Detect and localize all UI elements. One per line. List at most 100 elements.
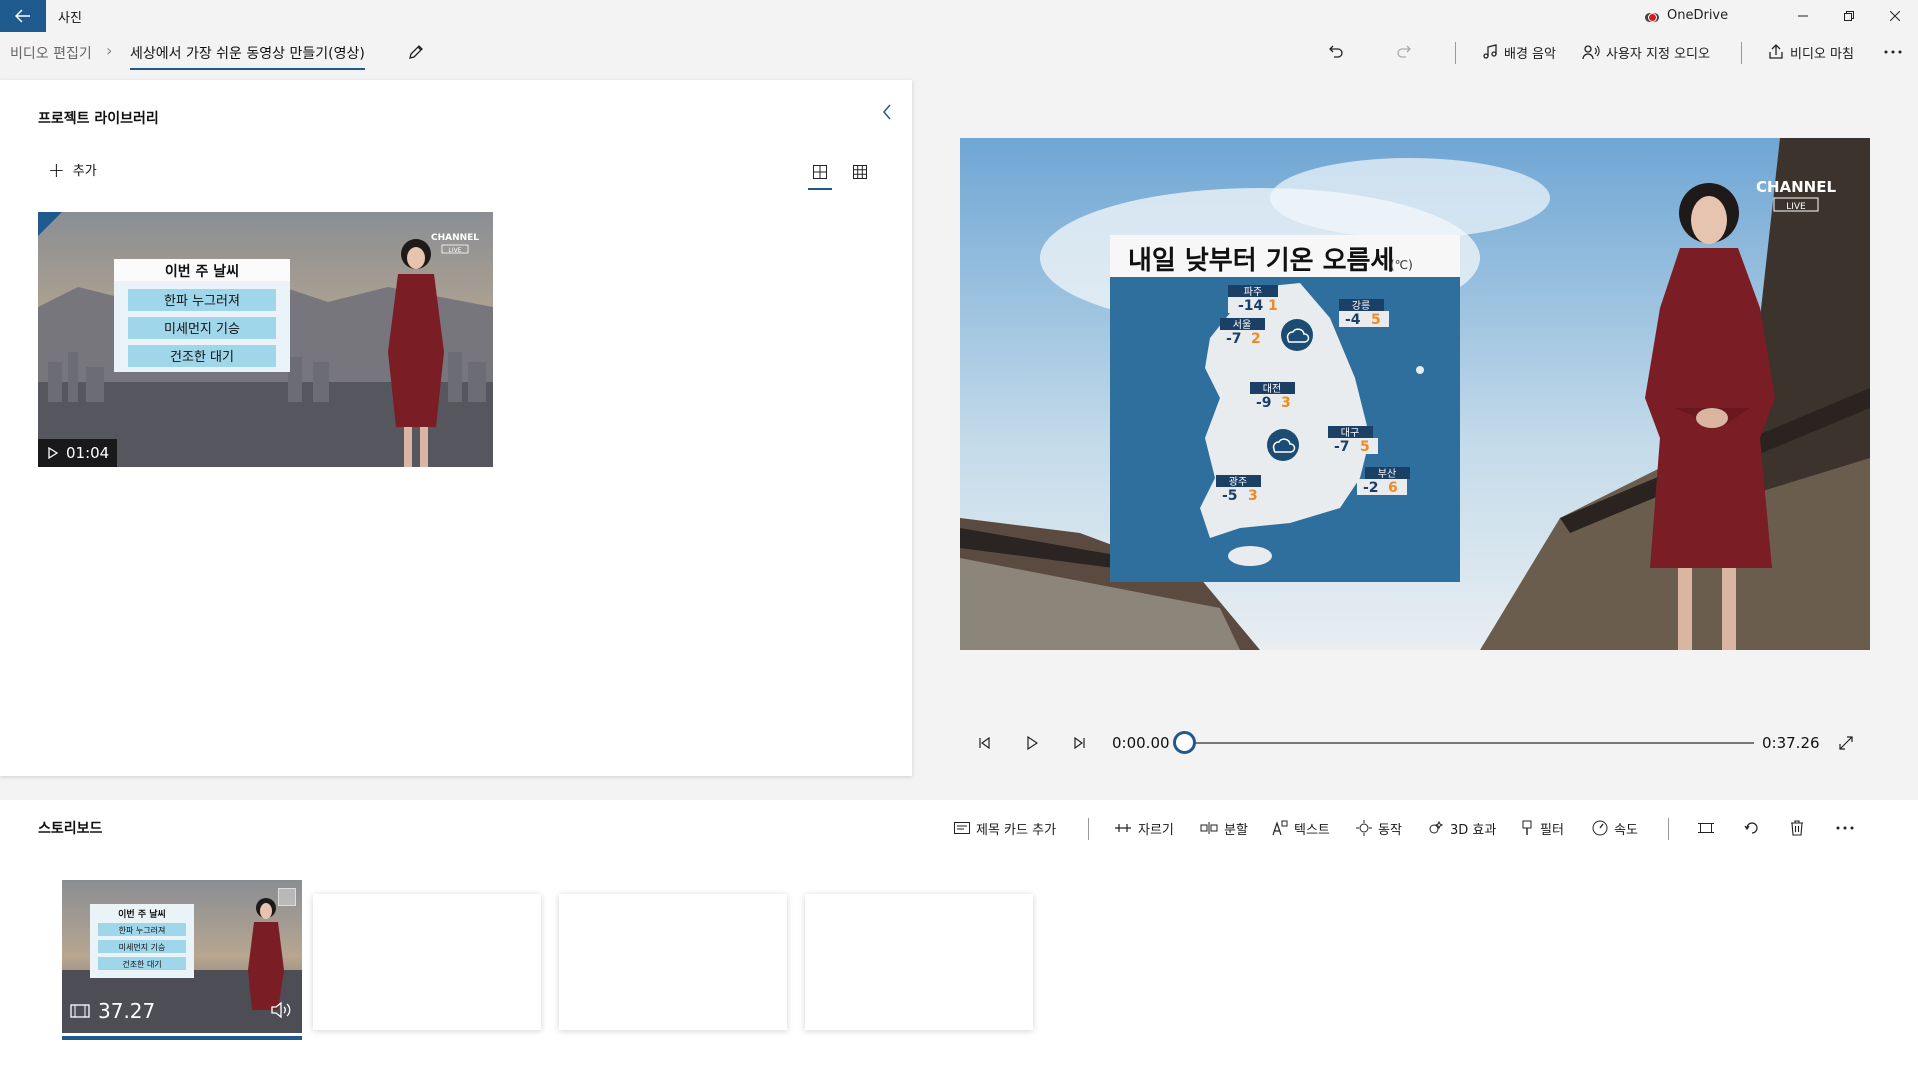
motion-icon <box>1356 820 1372 836</box>
filters-label: 필터 <box>1540 822 1564 838</box>
custom-audio-button[interactable]: 사용자 지정 오디오 <box>1582 40 1710 64</box>
filters-button[interactable]: 필터 <box>1520 816 1564 840</box>
library-duration-text: 01:04 <box>66 444 110 462</box>
back-arrow-icon <box>15 9 30 23</box>
more-options-button[interactable] <box>1884 40 1902 64</box>
next-frame-button[interactable] <box>1068 731 1092 755</box>
more-icon <box>1884 50 1902 54</box>
minimize-button[interactable] <box>1780 0 1826 32</box>
redo-icon <box>1397 45 1411 58</box>
3d-effects-label: 3D 효과 <box>1450 822 1497 838</box>
city-name: 광주 <box>1229 476 1247 488</box>
city-name: 파주 <box>1244 286 1262 298</box>
empty-storyboard-slot[interactable] <box>805 894 1033 1030</box>
back-button[interactable] <box>0 0 46 32</box>
city-high: 3 <box>1281 395 1291 411</box>
music-note-icon <box>1483 44 1497 59</box>
project-title[interactable]: 세상에서 가장 쉬운 동영상 만들기(영상) <box>130 43 365 70</box>
clip-select-checkbox[interactable] <box>278 888 296 906</box>
3d-effects-icon <box>1429 820 1444 834</box>
project-library-panel: 프로젝트 라이브러리 + 추가 이번 주 날씨 한파 누그러져 미세먼지 기승 <box>0 80 912 776</box>
storyboard-clip[interactable]: 이번 주 날씨 한파 누그러져 미세먼지 기승 건조한 대기 37.27 <box>62 880 302 1033</box>
preview-headline: 내일 낮부터 기온 오름세 <box>1128 246 1394 276</box>
city-low: -5 <box>1222 488 1238 504</box>
background-music-button[interactable]: 배경 음악 <box>1482 40 1556 64</box>
undo-button[interactable] <box>1328 40 1344 64</box>
delete-button[interactable] <box>1790 816 1804 840</box>
filter-brush-icon <box>1522 820 1532 835</box>
close-button[interactable] <box>1872 0 1918 32</box>
3d-effects-button[interactable]: 3D 효과 <box>1428 816 1496 840</box>
clip-board-item: 건조한 대기 <box>122 959 161 969</box>
clip-duration-text: 37.27 <box>98 999 156 1023</box>
breadcrumb-root[interactable]: 비디오 편집기 <box>10 43 92 63</box>
command-separator <box>1741 42 1742 64</box>
city-low: -7 <box>1334 439 1350 455</box>
trim-button[interactable]: 자르기 <box>1114 816 1174 840</box>
split-icon <box>1200 822 1218 834</box>
large-grid-icon <box>813 165 827 179</box>
city-name: 대전 <box>1263 383 1281 395</box>
split-button[interactable]: 분할 <box>1200 816 1248 840</box>
onedrive-label: OneDrive <box>1667 8 1729 23</box>
in-use-marker <box>38 212 62 236</box>
finish-video-label: 비디오 마침 <box>1790 46 1854 62</box>
small-thumbnail-view-button[interactable] <box>848 160 872 184</box>
play-button[interactable] <box>1020 731 1044 755</box>
onedrive-status[interactable]: OneDrive <box>1645 8 1728 23</box>
city-name: 강릉 <box>1352 300 1370 312</box>
plus-icon: + <box>48 157 65 182</box>
split-label: 분할 <box>1224 822 1248 838</box>
total-time: 0:37.26 <box>1762 734 1820 752</box>
pencil-icon <box>409 45 423 59</box>
city-low: -14 <box>1238 298 1264 314</box>
seek-bar[interactable] <box>1184 742 1754 744</box>
expand-icon <box>1839 736 1853 750</box>
large-thumbnail-view-button[interactable] <box>808 160 832 190</box>
background-music-label: 배경 음악 <box>1504 46 1556 62</box>
add-title-card-button[interactable]: 제목 카드 추가 <box>954 816 1056 840</box>
redo-button[interactable] <box>1396 40 1412 64</box>
finish-video-button[interactable]: 비디오 마침 <box>1768 40 1854 64</box>
storyboard-more-button[interactable] <box>1836 816 1854 840</box>
crop-black-bars-button[interactable] <box>1698 816 1714 840</box>
library-video-thumbnail[interactable]: 이번 주 날씨 한파 누그러져 미세먼지 기승 건조한 대기 CHANNEL L… <box>38 212 493 467</box>
weather-map-frame: 내일 낮부터 기온 오름세 (℃) 파주 -14 1 강릉 -4 5 서울 -7… <box>960 138 1870 650</box>
city-low: -7 <box>1226 331 1242 347</box>
city-low: -4 <box>1345 312 1361 328</box>
fullscreen-button[interactable] <box>1834 731 1858 755</box>
preview-live-logo: LIVE <box>1786 202 1806 212</box>
storyboard-separator <box>1088 818 1089 840</box>
text-button[interactable]: 텍스트 <box>1272 816 1330 840</box>
clip-board-item: 미세먼지 기승 <box>119 942 166 952</box>
seek-thumb[interactable] <box>1172 731 1196 754</box>
clip-board-title: 이번 주 날씨 <box>118 908 166 920</box>
title-bar: 사진 <box>0 0 1918 32</box>
film-icon <box>70 1004 90 1018</box>
speed-button[interactable]: 속도 <box>1592 816 1638 840</box>
play-icon <box>48 447 58 459</box>
empty-storyboard-slot[interactable] <box>559 894 787 1030</box>
previous-frame-button[interactable] <box>972 731 996 755</box>
rename-button[interactable] <box>404 40 428 64</box>
volume-icon <box>271 1001 291 1019</box>
onedrive-icon <box>1645 10 1661 22</box>
storyboard-title: 스토리보드 <box>38 821 103 837</box>
undo-icon <box>1329 45 1343 58</box>
restore-button[interactable] <box>1826 0 1872 32</box>
minimize-icon <box>1798 15 1808 17</box>
rotate-button[interactable] <box>1744 816 1760 840</box>
collapse-library-button[interactable] <box>882 104 892 120</box>
custom-audio-label: 사용자 지정 오디오 <box>1606 46 1710 62</box>
add-media-button[interactable]: + 추가 <box>48 157 97 182</box>
trim-label: 자르기 <box>1138 822 1174 838</box>
video-preview[interactable]: 내일 낮부터 기온 오름세 (℃) 파주 -14 1 강릉 -4 5 서울 -7… <box>960 138 1870 650</box>
empty-storyboard-slot[interactable] <box>313 894 541 1030</box>
city-high: 5 <box>1371 312 1381 328</box>
motion-button[interactable]: 동작 <box>1356 816 1402 840</box>
speed-gauge-icon <box>1592 820 1608 836</box>
city-name: 서울 <box>1233 319 1251 331</box>
clip-volume-button[interactable] <box>270 1001 292 1019</box>
text-icon <box>1272 820 1288 836</box>
small-grid-icon <box>853 165 867 179</box>
